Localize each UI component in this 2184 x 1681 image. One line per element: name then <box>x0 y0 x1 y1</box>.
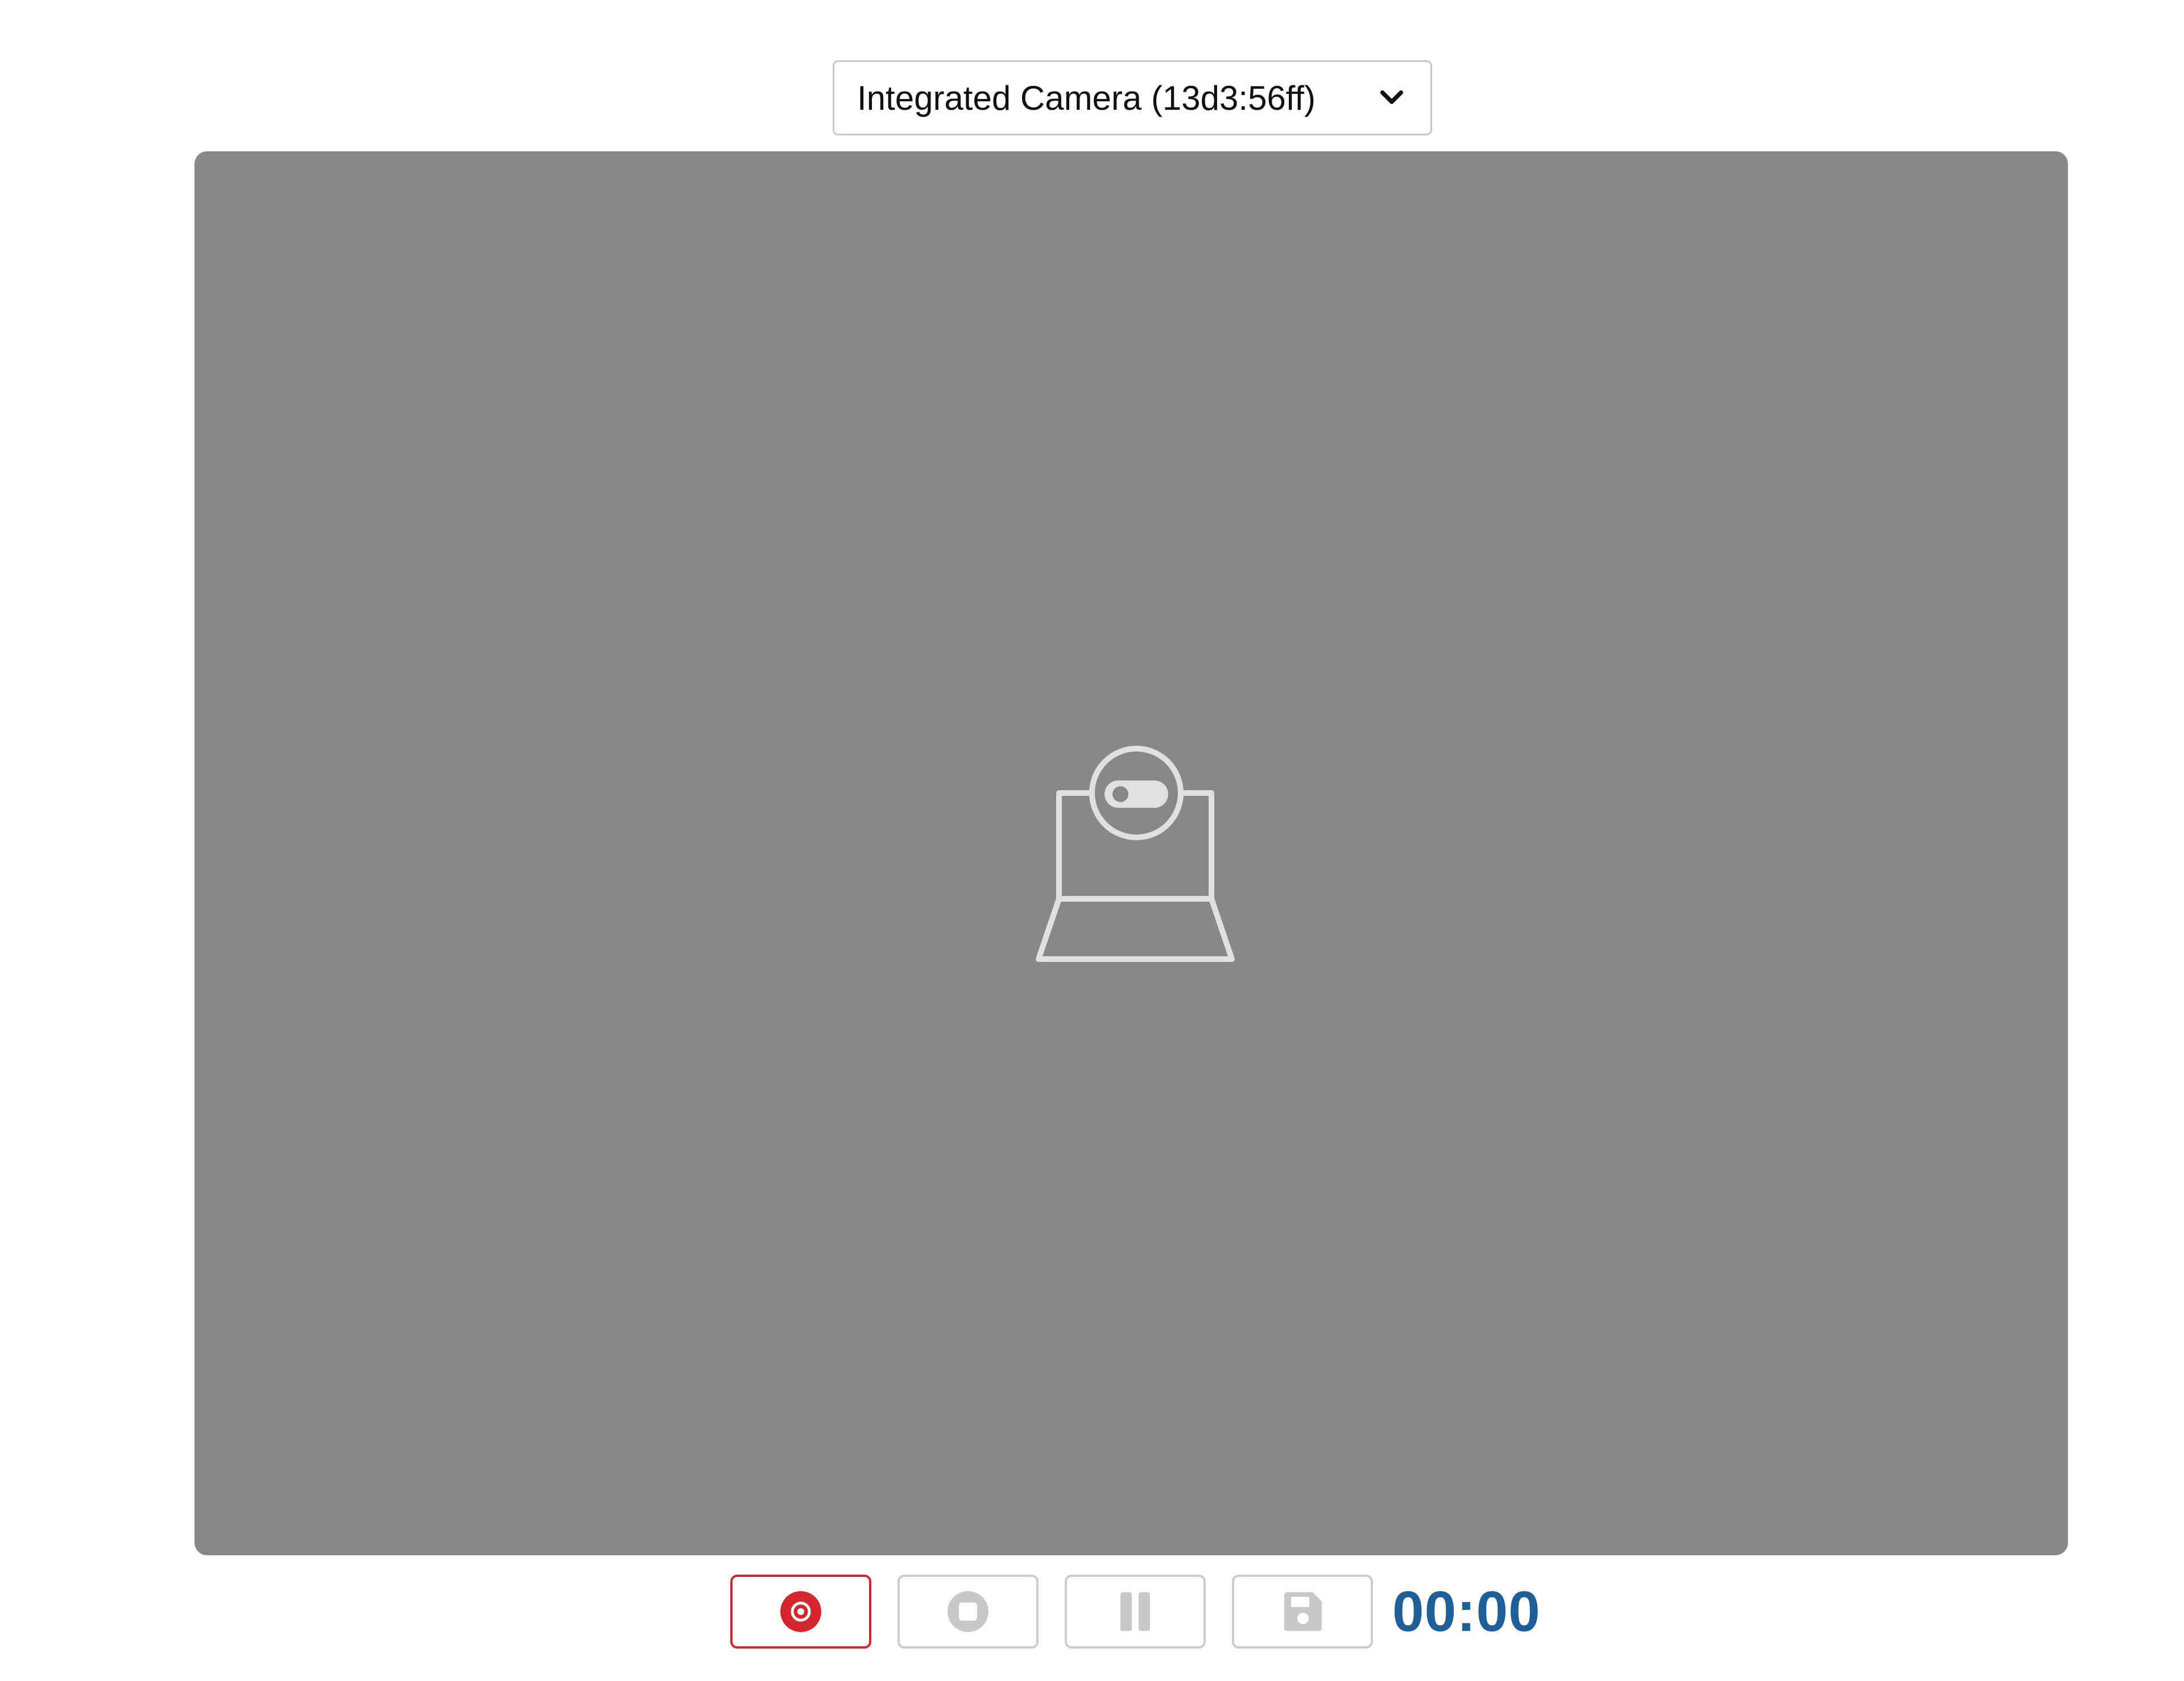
record-button[interactable] <box>730 1575 871 1649</box>
stop-icon <box>948 1591 988 1632</box>
pause-icon <box>1120 1592 1150 1631</box>
save-button[interactable] <box>1232 1575 1373 1649</box>
record-icon <box>780 1591 821 1632</box>
chevron-down-icon <box>1376 82 1408 114</box>
stop-button[interactable] <box>897 1575 1039 1649</box>
webcam-icon <box>1036 746 1235 962</box>
recording-controls: 00:00 <box>730 1573 1541 1650</box>
recording-timer: 00:00 <box>1392 1579 1541 1643</box>
save-icon <box>1284 1592 1322 1631</box>
pause-button[interactable] <box>1065 1575 1206 1649</box>
camera-select[interactable]: Integrated Camera (13d3:56ff) <box>833 60 1432 135</box>
video-preview <box>195 151 2068 1555</box>
camera-select-value: Integrated Camera (13d3:56ff) <box>857 79 1316 117</box>
